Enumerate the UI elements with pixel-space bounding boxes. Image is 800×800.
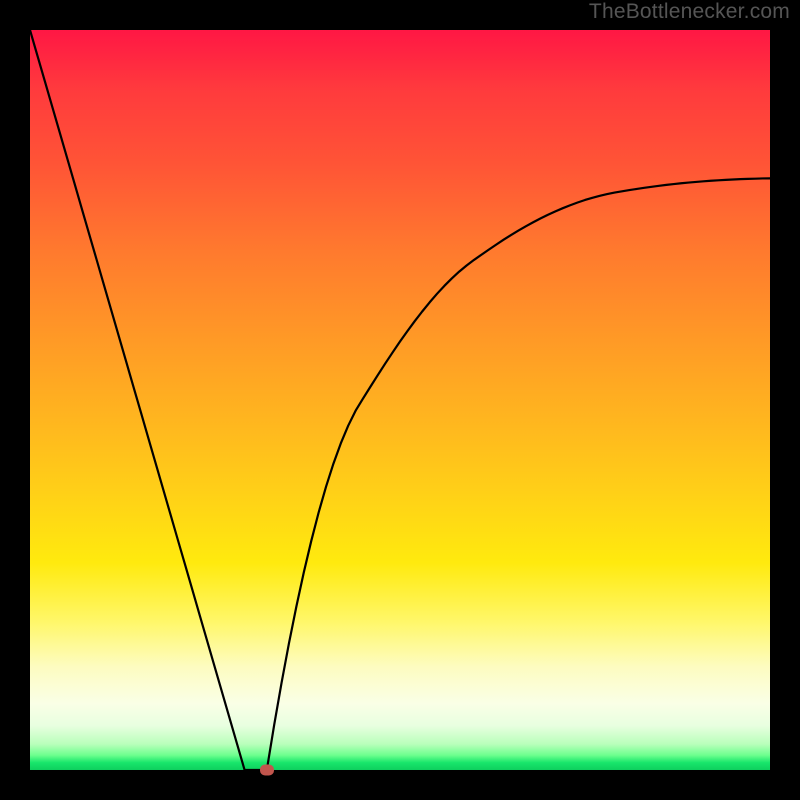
bottleneck-curve xyxy=(30,30,770,770)
curve-path xyxy=(30,30,770,770)
plot-area xyxy=(30,30,770,770)
attribution-text: TheBottlenecker.com xyxy=(589,0,790,24)
optimal-point-marker xyxy=(260,765,274,776)
